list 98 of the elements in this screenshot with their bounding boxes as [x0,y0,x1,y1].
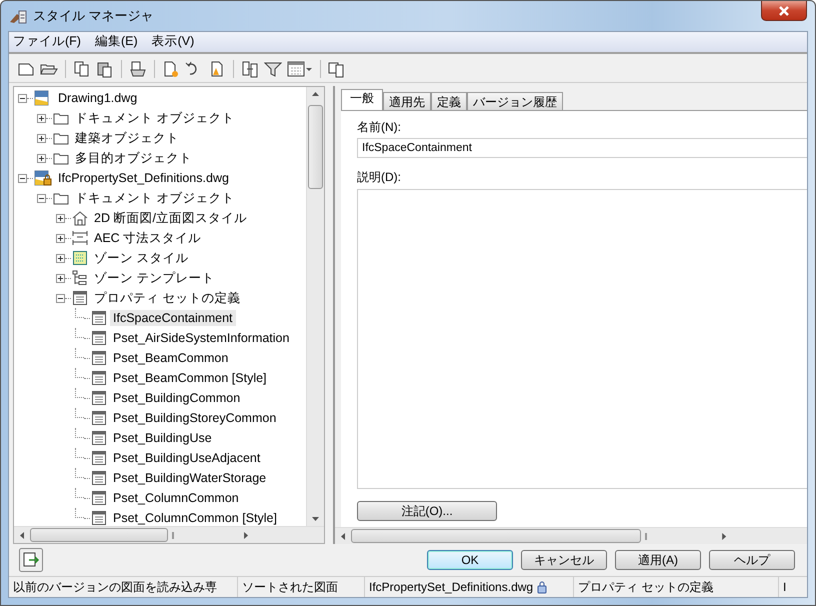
expand-toggle[interactable] [37,134,46,142]
house-icon [72,210,88,226]
tree-item[interactable]: Pset_BuildingUse [110,430,215,446]
tree-item[interactable]: Drawing1.dwg [55,90,140,106]
status-text: 以前のバージョンの図面を読み込み専 [13,578,217,596]
window-title: スタイル マネージャ [33,7,154,25]
list-document-icon [91,350,107,366]
expand-toggle[interactable] [56,254,65,262]
name-field[interactable]: IfcSpaceContainment [357,138,807,158]
scroll-left-icon[interactable] [341,532,345,540]
list-document-icon [91,310,107,326]
expand-toggle[interactable] [37,154,46,162]
status-text: プロパティ セットの定義 [578,578,714,596]
dimension-icon [72,230,88,246]
dialog-button[interactable]: 適用(A) [615,550,701,570]
list-document-icon [91,510,107,526]
tree-item[interactable]: プロパティ セットの定義 [91,288,244,308]
close-button[interactable] [761,1,807,21]
list-document-icon [91,470,107,486]
tab[interactable]: 定義 [431,92,467,110]
zone-icon [72,250,88,266]
tree-item[interactable]: 2D 断面図/立面図スタイル [91,208,250,228]
tree-item[interactable]: 建築オブジェクト [72,128,182,148]
tree-item[interactable]: Pset_ColumnCommon [110,490,242,506]
collapse-toggle[interactable] [18,94,27,102]
list-document-icon [91,410,107,426]
field-label: 名前(N): [357,119,402,136]
status-text: IfcPropertySet_Definitions.dwg [369,580,534,594]
vertical-scrollbar[interactable] [306,87,324,526]
filter-icon[interactable] [264,60,282,78]
list-document-icon [91,450,107,466]
list-document-icon [91,370,107,386]
list-document-icon [91,490,107,506]
list-document-icon [72,290,88,306]
tab[interactable]: 適用先 [383,92,431,110]
scroll-up-icon[interactable] [312,92,319,96]
compare-icon[interactable] [241,60,259,78]
paste-icon[interactable] [96,60,114,78]
expand-toggle[interactable] [56,234,65,242]
app-icon [9,8,27,24]
expand-toggle[interactable] [56,214,65,222]
scroll-thumb[interactable] [351,529,641,543]
tree-item[interactable]: Pset_AirSideSystemInformation [110,330,292,346]
scroll-thumb[interactable] [30,528,168,542]
tab[interactable]: バージョン履歴 [467,92,563,110]
notes-button[interactable]: 注記(O)... [357,501,497,521]
folder-icon [53,111,69,125]
tree-item[interactable]: Pset_BeamCommon [110,350,232,366]
folder-icon [53,131,69,145]
horizontal-scrollbar[interactable] [335,527,807,544]
description-field[interactable] [357,189,807,489]
folder-icon [53,151,69,165]
tree-item[interactable]: ドキュメント オブジェクト [72,108,238,128]
menu-item[interactable]: ファイル(F) [13,33,81,51]
export-icon[interactable] [19,548,43,572]
dialog-button[interactable]: キャンセル [521,550,607,570]
collapse-toggle[interactable] [37,194,46,202]
tree-item[interactable]: ドキュメント オブジェクト [72,188,238,208]
copy-icon[interactable] [73,60,91,78]
field-label: 説明(D): [357,169,402,186]
tree-item[interactable]: Pset_ColumnCommon [Style] [110,510,280,526]
tree-item[interactable]: Pset_BuildingStoreyCommon [110,410,280,426]
tree-item[interactable]: AEC 寸法スタイル [91,228,204,248]
expand-toggle[interactable] [56,274,65,282]
scroll-down-icon[interactable] [312,517,319,521]
tree-item[interactable]: 多目的オブジェクト [72,148,195,168]
folder-icon [53,191,69,205]
scroll-left-icon[interactable] [20,532,24,538]
tree-item[interactable]: Pset_BuildingWaterStorage [110,470,270,486]
purge-icon[interactable] [129,60,147,78]
tree-item[interactable]: ゾーン テンプレート [91,268,218,288]
tree-item[interactable]: Pset_BuildingCommon [110,390,244,406]
list-document-icon [91,330,107,346]
toggle-view-icon[interactable] [328,60,346,78]
dialog-button[interactable]: ヘルプ [709,550,795,570]
scroll-thumb[interactable] [308,105,323,189]
collapse-toggle[interactable] [18,174,27,182]
tree-item[interactable]: Pset_BuildingUseAdjacent [110,450,264,466]
close-icon [778,6,790,16]
collapse-toggle[interactable] [56,294,65,302]
menu-item[interactable]: 編集(E) [94,33,138,51]
new-style-icon[interactable] [162,60,180,78]
tree-item[interactable]: Pset_BeamCommon [Style] [110,370,270,386]
tree-item[interactable]: IfcPropertySet_Definitions.dwg [55,170,232,186]
view-dropdown-icon[interactable] [287,60,313,78]
horizontal-scrollbar[interactable] [14,526,324,543]
locked-drawing-file-icon [34,170,52,186]
tree-item[interactable]: IfcSpaceContainment [110,310,236,326]
dialog-button[interactable]: OK [427,550,513,570]
list-document-icon [91,430,107,446]
tab[interactable]: 一般 [341,89,383,110]
status-text: ソートされた図面 [242,578,338,596]
tree-item[interactable]: ゾーン スタイル [91,248,192,268]
list-document-icon [91,390,107,406]
expand-toggle[interactable] [37,114,46,122]
status-text: I [783,580,786,594]
hierarchy-icon [72,270,88,286]
menu-item[interactable]: 表示(V) [152,33,194,51]
